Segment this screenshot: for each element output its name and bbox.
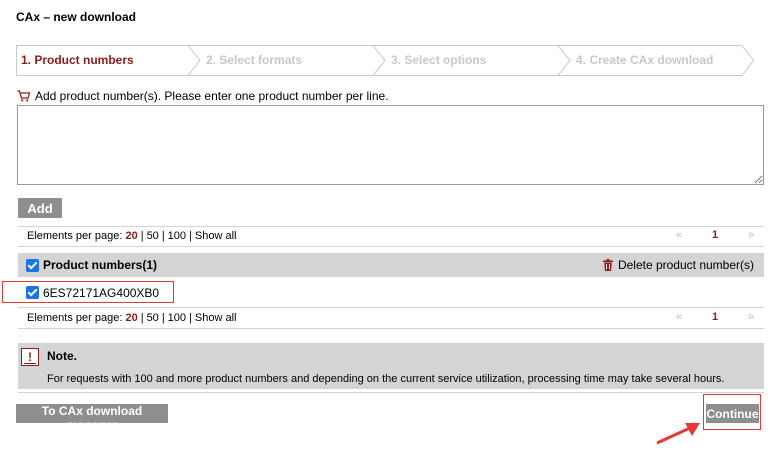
per-page-100[interactable]: 100: [168, 230, 186, 242]
next-page-icon[interactable]: »: [748, 229, 754, 241]
pager-bottom: Elements per page: 20 | 50 | 100 | Show all « …: [18, 308, 764, 328]
pager-label: Elements per page:: [27, 312, 123, 324]
note-text: For requests with 100 and more product n…: [47, 373, 725, 385]
list-item[interactable]: 6ES72171AG400XB0: [2, 281, 174, 303]
product-list-header: Product numbers(1) Delete product number…: [18, 253, 764, 277]
pagination: « 1 »: [664, 229, 764, 243]
annotation-arrow-icon: [656, 423, 700, 445]
note-panel: Note. For requests with 100 and more pro…: [18, 343, 764, 389]
step-select-formats[interactable]: 2. Select formats: [206, 53, 302, 67]
cax-download-manager-button[interactable]: To CAx download manager: [16, 404, 168, 432]
per-page-100[interactable]: 100: [168, 312, 186, 324]
current-page[interactable]: 1: [712, 311, 718, 323]
product-list-title: Product numbers(1): [43, 258, 158, 272]
delete-products-label: Delete product number(s): [617, 258, 754, 272]
current-page[interactable]: 1: [712, 229, 718, 241]
per-page-50[interactable]: 50: [147, 230, 159, 242]
continue-button[interactable]: Continue: [706, 404, 759, 423]
per-page-20[interactable]: 20: [125, 230, 137, 242]
note-title: Note.: [47, 349, 77, 363]
step-create-download[interactable]: 4. Create CAx download: [576, 53, 713, 67]
per-page-show-all[interactable]: Show all: [195, 230, 237, 242]
page-title: CAx – new download: [16, 10, 137, 24]
wizard-steps: 1. Product numbers 2. Select formats 3. …: [16, 45, 754, 76]
warning-icon: [21, 348, 39, 366]
prev-page-icon[interactable]: «: [676, 229, 682, 241]
divider: [18, 246, 764, 247]
product-numbers-input[interactable]: [17, 105, 764, 185]
divider: [18, 328, 764, 329]
divider: [18, 392, 764, 393]
prev-page-icon[interactable]: «: [676, 311, 682, 323]
next-page-icon[interactable]: »: [748, 311, 754, 323]
step-select-options[interactable]: 3. Select options: [391, 53, 486, 67]
select-all-checkbox[interactable]: [26, 259, 39, 272]
pager-label: Elements per page:: [27, 230, 123, 242]
per-page-show-all[interactable]: Show all: [195, 312, 237, 324]
elements-per-page: Elements per page: 20 | 50 | 100 | Show all: [27, 230, 237, 242]
step-product-numbers[interactable]: 1. Product numbers: [21, 53, 134, 67]
per-page-50[interactable]: 50: [147, 312, 159, 324]
trash-icon: [602, 259, 613, 271]
per-page-20[interactable]: 20: [125, 312, 137, 324]
delete-products-button[interactable]: Delete product number(s): [602, 258, 754, 272]
cart-icon: [17, 90, 31, 102]
pager-top: Elements per page: 20 | 50 | 100 | Show all « …: [18, 226, 764, 246]
product-number: 6ES72171AG400XB0: [43, 286, 160, 300]
item-checkbox[interactable]: [26, 286, 39, 299]
pagination: « 1 »: [664, 311, 764, 325]
add-button[interactable]: Add: [18, 198, 62, 218]
entry-instruction: Add product number(s). Please enter one …: [17, 89, 389, 103]
elements-per-page: Elements per page: 20 | 50 | 100 | Show all: [27, 312, 237, 324]
instruction-text: Add product number(s). Please enter one …: [35, 89, 389, 103]
